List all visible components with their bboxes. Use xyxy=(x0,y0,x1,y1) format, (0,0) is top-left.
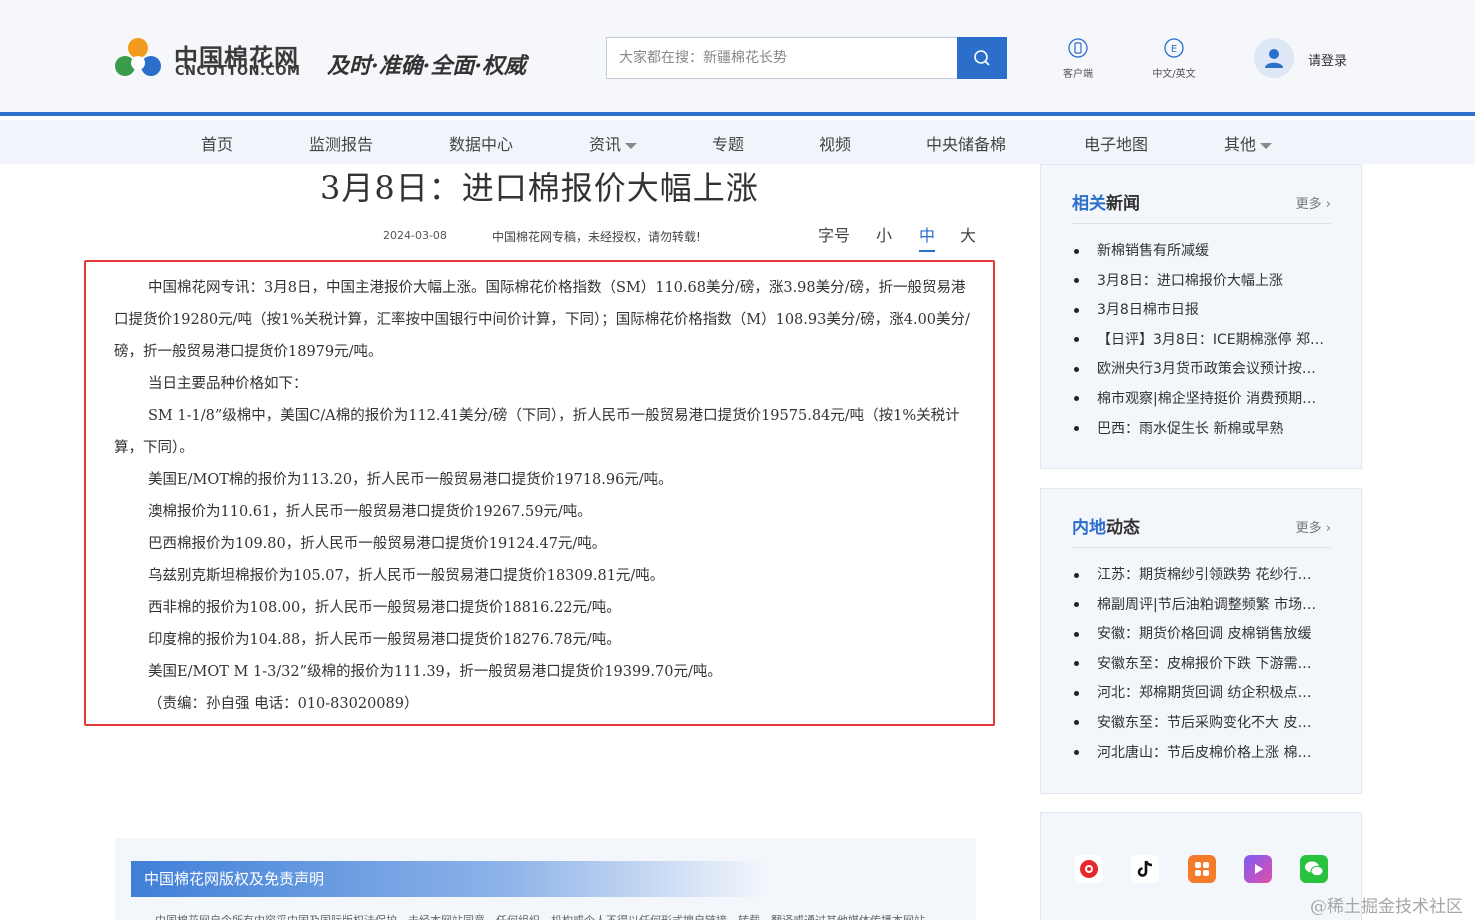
list-item[interactable]: 安徽：期货价格回调 皮棉销售放缓 xyxy=(1074,620,1330,650)
inland-news-title-rest: 动态 xyxy=(1106,518,1140,538)
more-label: 更多 xyxy=(1295,197,1322,212)
list-item[interactable]: 江苏：期货棉纱引领跌势 花纱行… xyxy=(1074,561,1330,591)
mobile-client-link[interactable]: 客户端 xyxy=(1048,38,1108,80)
article-paragraph: 西非棉的报价为108.00，折人民币一般贸易港口提货价18816.22元/吨。 xyxy=(148,600,621,616)
app-glyph xyxy=(1195,862,1209,876)
inland-news-panel: 内地动态 更多 › 江苏：期货棉纱引领跌势 花纱行… 棉副周评|节后油粕调整频繁… xyxy=(1040,488,1362,794)
article-date: 2024-03-08 xyxy=(383,229,447,242)
nav-item-other-label: 其他 xyxy=(1224,135,1257,154)
nav-item-reports[interactable]: 监测报告 xyxy=(309,131,373,155)
inland-news-more-link[interactable]: 更多 › xyxy=(1296,517,1331,536)
wechat-icon[interactable] xyxy=(1300,855,1328,883)
login-link[interactable]: 请登录 xyxy=(1308,50,1347,69)
list-item[interactable]: 巴西：雨水促生长 新棉或早熟 xyxy=(1074,415,1330,445)
inland-news-title: 内地动态 xyxy=(1072,513,1140,538)
nav-item-reserve[interactable]: 中央储备棉 xyxy=(926,131,1006,155)
list-item[interactable]: 河北：郑棉期货回调 纺企积极点… xyxy=(1074,679,1330,709)
list-item[interactable]: 棉市观察|棉企坚持挺价 消费预期… xyxy=(1074,385,1330,415)
main-nav: 首页 监测报告 数据中心 资讯 专题 视频 中央储备棉 电子地图 其他 xyxy=(0,120,1475,164)
divider xyxy=(1072,223,1331,224)
related-news-title-rest: 新闻 xyxy=(1106,194,1140,214)
nav-item-map[interactable]: 电子地图 xyxy=(1084,131,1148,155)
app-icon[interactable] xyxy=(1188,855,1216,883)
search-button[interactable] xyxy=(957,37,1007,79)
weibo-glyph xyxy=(1080,860,1098,878)
article-paragraph: 中国棉花网专讯：3月8日，中国主港报价大幅上涨。国际棉花价格指数（SM）110.… xyxy=(114,280,970,360)
site-header: 中国棉花网 CNCOTTON.COM 及时·准确·全面·权威 客户端 E 中文/… xyxy=(0,0,1475,116)
list-item[interactable]: 河北唐山：节后皮棉价格上涨 棉… xyxy=(1074,739,1330,769)
list-item[interactable]: 【日评】3月8日：ICE期棉涨停 郑棉… xyxy=(1074,326,1330,356)
chevron-right-icon: › xyxy=(1325,521,1331,536)
user-icon xyxy=(1265,49,1283,68)
list-item[interactable]: 安徽东至：皮棉报价下跌 下游需… xyxy=(1074,650,1330,680)
article-paragraph: 印度棉的报价为104.88，折人民币一般贸易港口提货价18276.78元/吨。 xyxy=(148,632,621,648)
list-item[interactable]: 欧洲央行3月货币政策会议预计按… xyxy=(1074,355,1330,385)
list-item[interactable]: 新棉销售有所减缓 xyxy=(1074,237,1330,267)
divider xyxy=(1072,547,1331,548)
related-news-list: 新棉销售有所减缓 3月8日：进口棉报价大幅上涨 3月8日棉市日报 【日评】3月8… xyxy=(1074,237,1330,444)
related-news-panel: 相关新闻 更多 › 新棉销售有所减缓 3月8日：进口棉报价大幅上涨 3月8日棉市… xyxy=(1040,164,1362,469)
douyin-icon[interactable] xyxy=(1131,855,1159,883)
inland-news-list: 江苏：期货棉纱引领跌势 花纱行… 棉副周评|节后油粕调整频繁 市场… 安徽：期货… xyxy=(1074,561,1330,768)
nav-item-topics[interactable]: 专题 xyxy=(712,131,744,155)
article-paragraph: 澳棉报价为110.61，折人民币一般贸易港口提货价19267.59元/吨。 xyxy=(148,504,592,520)
site-slogan: 及时·准确·全面·权威 xyxy=(327,53,526,79)
disclaimer-heading: 中国棉花网版权及免责声明 xyxy=(131,861,976,897)
list-item[interactable]: 棉副周评|节后油粕调整频繁 市场… xyxy=(1074,591,1330,621)
related-news-more-link[interactable]: 更多 › xyxy=(1296,193,1331,212)
nav-item-other[interactable]: 其他 xyxy=(1224,131,1273,155)
nav-item-data[interactable]: 数据中心 xyxy=(449,131,513,155)
language-switch[interactable]: E 中文/英文 xyxy=(1144,38,1204,80)
mobile-client-label: 客户端 xyxy=(1063,69,1093,80)
inland-news-title-blue: 内地 xyxy=(1072,518,1106,538)
weibo-icon[interactable] xyxy=(1075,855,1103,883)
more-label: 更多 xyxy=(1295,521,1322,536)
language-icon: E xyxy=(1164,38,1184,58)
nav-item-home[interactable]: 首页 xyxy=(201,131,233,155)
video-icon[interactable] xyxy=(1244,855,1272,883)
article-paragraph: 美国E/MOT M 1-3/32”级棉的报价为111.39，折一般贸易港口提货价… xyxy=(148,664,722,680)
mobile-icon xyxy=(1068,38,1088,58)
article-paragraph: 乌兹别克斯坦棉报价为105.07，折人民币一般贸易港口提货价18309.81元/… xyxy=(148,568,665,584)
nav-item-video[interactable]: 视频 xyxy=(819,131,851,155)
fontsize-label: 字号 xyxy=(818,226,851,245)
watermark: @稀土掘金技术社区 xyxy=(1310,897,1463,917)
article-paragraph: SM 1-1/8”级棉中，美国C/A棉的报价为112.41美分/磅（下同），折人… xyxy=(114,408,960,456)
article-editor-note: （责编：孙自强 电话：010-83020089） xyxy=(148,696,419,712)
list-item[interactable]: 3月8日：进口棉报价大幅上涨 xyxy=(1074,267,1330,297)
fontsize-small[interactable]: 小 xyxy=(876,222,892,246)
list-item[interactable]: 安徽东至：节后采购变化不大 皮… xyxy=(1074,709,1330,739)
logo-text-en[interactable]: CNCOTTON.COM xyxy=(175,64,300,79)
related-news-title-blue: 相关 xyxy=(1072,194,1106,214)
logo-icon xyxy=(115,38,161,76)
article-body: 中国棉花网专讯：3月8日，中国主港报价大幅上涨。国际棉花价格指数（SM）110.… xyxy=(84,260,995,726)
douyin-glyph xyxy=(1137,860,1153,877)
fontsize-medium[interactable]: 中 xyxy=(919,222,936,252)
article-paragraph: 当日主要品种价格如下： xyxy=(148,376,308,392)
nav-item-news[interactable]: 资讯 xyxy=(589,131,638,155)
article-source-note: 中国棉花网专稿，未经授权，请勿转载! xyxy=(492,230,701,244)
wechat-glyph xyxy=(1305,861,1324,877)
search-input[interactable] xyxy=(606,37,958,79)
article-paragraph: 巴西棉报价为109.80，折人民币一般贸易港口提货价19124.47元/吨。 xyxy=(148,536,607,552)
article-paragraph: 美国E/MOT棉的报价为113.20，折人民币一般贸易港口提货价19718.96… xyxy=(148,472,673,488)
article-title: 3月8日：进口棉报价大幅上涨 xyxy=(320,169,759,207)
avatar[interactable] xyxy=(1254,38,1294,78)
chevron-down-icon xyxy=(1260,142,1273,149)
chevron-right-icon: › xyxy=(1325,197,1331,212)
svg-text:E: E xyxy=(1171,44,1177,55)
list-item[interactable]: 3月8日棉市日报 xyxy=(1074,296,1330,326)
fontsize-large[interactable]: 大 xyxy=(960,222,976,246)
nav-item-news-label: 资讯 xyxy=(589,135,622,154)
search-icon xyxy=(974,50,990,66)
disclaimer-text: 中国棉花网自今所有内容采中国及国际版权法保护，未经本网站同意，任何组织、机构或个… xyxy=(155,912,925,920)
language-switch-label: 中文/英文 xyxy=(1152,69,1196,80)
related-news-title: 相关新闻 xyxy=(1072,189,1140,214)
chevron-down-icon xyxy=(625,142,638,149)
play-glyph xyxy=(1255,864,1263,874)
